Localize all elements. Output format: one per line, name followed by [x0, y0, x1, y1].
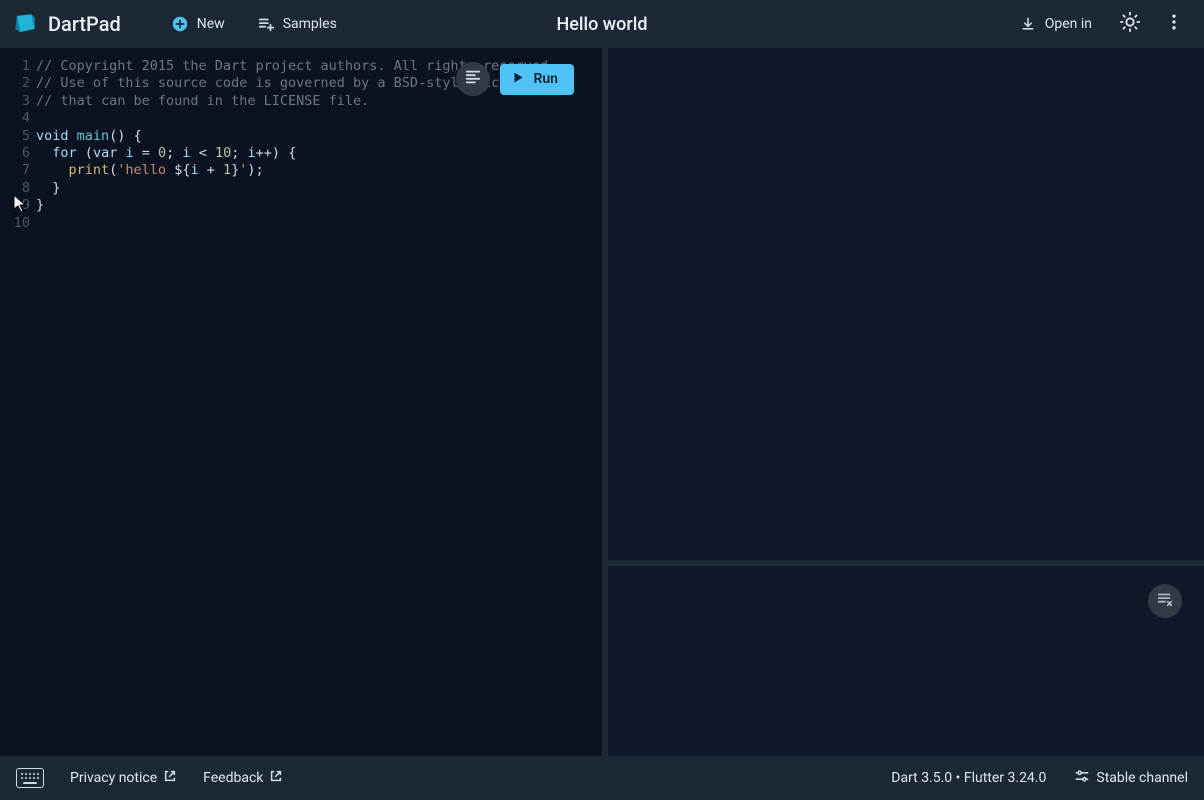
app-name: DartPad	[48, 12, 121, 36]
more-vert-icon	[1164, 12, 1184, 36]
privacy-label: Privacy notice	[70, 770, 157, 786]
version-info: Dart 3.5.0 • Flutter 3.24.0	[891, 770, 1046, 786]
output-pane	[608, 48, 1204, 756]
line-number-gutter: 12345678910	[0, 48, 34, 756]
channel-selector[interactable]: Stable channel	[1074, 768, 1188, 788]
overflow-menu-button[interactable]	[1156, 6, 1192, 42]
format-button[interactable]	[456, 62, 490, 96]
samples-button[interactable]: Samples	[245, 9, 349, 39]
dart-logo-icon	[12, 11, 38, 37]
top-toolbar: DartPad New Samples Hello world Open in	[0, 0, 1204, 48]
open-external-icon	[269, 769, 283, 787]
clear-console-button[interactable]	[1148, 584, 1182, 618]
channel-label: Stable channel	[1096, 770, 1188, 786]
bottom-bar: Privacy notice Feedback Dart 3.5.0 • Flu…	[0, 756, 1204, 800]
feedback-link[interactable]: Feedback	[203, 769, 283, 787]
plus-circle-icon	[171, 15, 189, 33]
code-editor-pane: 12345678910 // Copyright 2015 the Dart p…	[0, 48, 602, 756]
new-button[interactable]: New	[159, 9, 237, 39]
run-toolbar: Run	[456, 62, 574, 96]
page-title: Hello world	[557, 14, 648, 35]
new-label: New	[197, 16, 225, 32]
open-in-button[interactable]: Open in	[1007, 9, 1104, 39]
run-button[interactable]: Run	[500, 64, 574, 95]
sun-icon	[1119, 11, 1141, 37]
download-icon	[1019, 15, 1037, 33]
console-area	[608, 566, 1204, 756]
tune-icon	[1074, 768, 1090, 788]
app-logo[interactable]: DartPad	[12, 11, 121, 37]
theme-toggle-button[interactable]	[1112, 6, 1148, 42]
samples-label: Samples	[283, 16, 337, 32]
format-align-left-icon	[464, 68, 482, 90]
clear-list-icon	[1156, 590, 1174, 612]
run-label: Run	[533, 71, 558, 87]
code-editor[interactable]: // Copyright 2015 the Dart project autho…	[34, 48, 602, 756]
privacy-link[interactable]: Privacy notice	[70, 769, 177, 787]
keyboard-shortcuts-button[interactable]	[16, 768, 44, 788]
feedback-label: Feedback	[203, 770, 263, 786]
open-in-label: Open in	[1045, 16, 1092, 32]
app-output-area	[608, 48, 1204, 560]
open-external-icon	[163, 769, 177, 787]
play-icon	[512, 71, 525, 88]
playlist-add-icon	[257, 15, 275, 33]
main-area: 12345678910 // Copyright 2015 the Dart p…	[0, 48, 1204, 756]
